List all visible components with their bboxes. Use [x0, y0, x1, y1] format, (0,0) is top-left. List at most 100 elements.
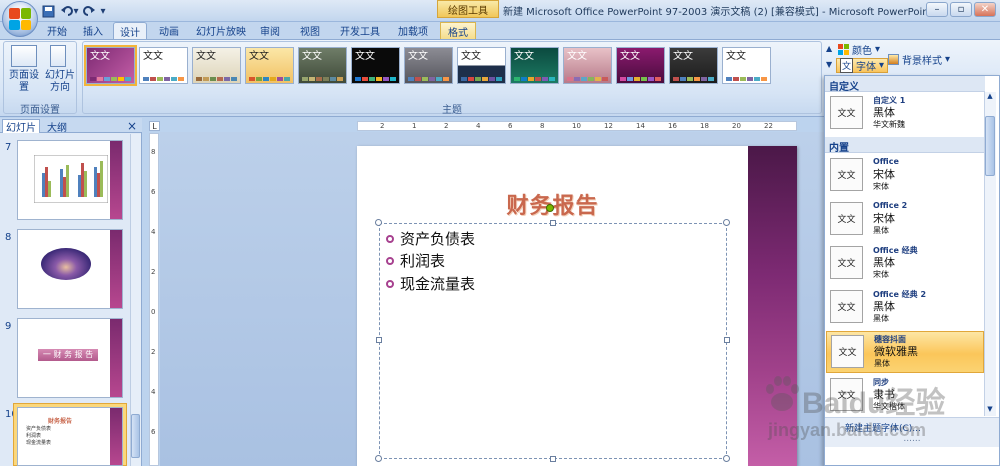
font-scheme-item[interactable]: 文文 同步 隶书 华文楷体 [826, 375, 984, 417]
slide-thumbnail-7[interactable] [17, 140, 123, 220]
resize-handle[interactable] [550, 220, 556, 226]
body-font-name: 宋体 [873, 182, 889, 191]
bullet-item[interactable]: 利润表 [386, 250, 445, 271]
gallery-scroll-up-icon[interactable]: ▲ [826, 44, 834, 56]
fonts-button[interactable]: 文 字体 ▾ [836, 58, 889, 73]
theme-color-swatches [726, 77, 767, 81]
theme-thumbnail-2[interactable]: 文文 [139, 47, 188, 84]
tab-review[interactable]: 审阅 [254, 22, 286, 39]
customize-icon[interactable]: ▾ [98, 3, 108, 19]
font-scheme-item[interactable]: 文文 Office 2 宋体 黑体 [826, 199, 984, 241]
tab-view[interactable]: 视图 [293, 22, 327, 39]
tab-addins[interactable]: 加载项 [392, 22, 434, 39]
tab-developer[interactable]: 开发工具 [333, 22, 387, 39]
ruler-number: 8 [151, 148, 156, 156]
ruler-number: 6 [508, 122, 513, 130]
font-scheme-name: Office 2 [873, 201, 908, 210]
font-scheme-item[interactable]: 文文 Office 经典 2 黑体 黑体 [826, 287, 984, 329]
maximize-icon[interactable]: ▫ [950, 2, 972, 17]
close-icon[interactable]: ✕ [974, 2, 996, 17]
theme-thumbnail-3[interactable]: 文文 [192, 47, 241, 84]
slide-orientation-label-2[interactable]: 方向 [44, 82, 76, 94]
bullet-item[interactable]: 资产负债表 [386, 228, 475, 249]
theme-sample-text: 文文 [620, 51, 640, 62]
theme-thumbnail-12[interactable]: 文文 [669, 47, 718, 84]
scroll-down-icon[interactable]: ▼ [985, 405, 995, 415]
colors-button[interactable]: 颜色 ▾ [838, 42, 880, 57]
font-sample-icon: 文文 [830, 378, 863, 411]
slide-thumbnail-8[interactable] [17, 229, 123, 309]
tab-format[interactable]: 格式 [440, 22, 476, 39]
theme-thumbnail-10[interactable]: 文文 [563, 47, 612, 84]
ruler-number: 4 [476, 122, 481, 130]
theme-thumbnail-4[interactable]: 文文 [245, 47, 294, 84]
sunset-oval-image [41, 248, 91, 280]
scroll-up-icon[interactable]: ▲ [985, 92, 995, 102]
body-font-name: 华文新魏 [873, 120, 905, 129]
font-scheme-item[interactable]: 文文 Office 经典 黑体 宋体 [826, 243, 984, 285]
theme-thumbnail-7[interactable]: 文文 [404, 47, 453, 84]
font-scheme-item[interactable]: 文文 自定义 1 黑体 华文新魏 [826, 93, 984, 135]
theme-color-swatches [673, 77, 714, 81]
tab-animations[interactable]: 动画 [150, 22, 188, 39]
tab-design[interactable]: 设计 [113, 22, 147, 39]
theme-thumbnail-11[interactable]: 文文 [616, 47, 665, 84]
close-icon[interactable]: × [126, 119, 138, 133]
body-font-name: 黑体 [873, 314, 889, 323]
theme-thumbnail-9[interactable]: 文文 [510, 47, 559, 84]
font-scheme-item[interactable]: 文文 Office 宋体 宋体 [826, 155, 984, 197]
gallery-scroll-down-icon[interactable]: ▼ [826, 60, 834, 72]
resize-handle[interactable] [723, 219, 730, 226]
theme-color-swatches [90, 77, 131, 81]
page-setup-group-label: 页面设置 [20, 105, 60, 116]
theme-thumbnail-6[interactable]: 文文 [351, 47, 400, 84]
slide-thumbnail-9[interactable]: 一 财 务 报 告 [17, 318, 123, 398]
save-icon[interactable] [40, 3, 56, 19]
resize-handle[interactable] [723, 455, 730, 462]
scrollbar-thumb[interactable] [131, 414, 140, 458]
resize-handle[interactable] [375, 219, 382, 226]
slide-thumbnail-10[interactable]: 财务报告 资产负债表 利润表 现金流量表 [17, 407, 123, 466]
ruler-number: 12 [604, 122, 613, 130]
slide-accent-strip [748, 146, 797, 466]
ruler-number: 1 [412, 122, 417, 130]
resize-handle[interactable] [375, 455, 382, 462]
background-styles-icon [888, 54, 899, 65]
slide-orientation-label-1[interactable]: 幻灯片 [44, 70, 76, 82]
tab-outline[interactable]: 大纲 [42, 119, 72, 134]
thumb-title: 一 财 务 报 告 [38, 349, 98, 361]
body-font-name: 黑体 [874, 359, 890, 368]
background-styles-button[interactable]: 背景样式 ▾ [888, 52, 950, 67]
redo-icon[interactable] [80, 3, 96, 19]
tab-selector[interactable]: L [149, 121, 160, 131]
page-setup-button[interactable]: 页面设置 [5, 70, 43, 94]
slide-accent-strip [110, 408, 122, 465]
rotation-handle[interactable] [546, 204, 554, 212]
minimize-icon[interactable]: – [926, 2, 948, 17]
theme-thumbnail-8[interactable]: 文文 [457, 47, 506, 84]
bullet-item[interactable]: 现金流量表 [386, 273, 475, 294]
scrollbar-thumb[interactable] [985, 116, 995, 176]
resize-handle[interactable] [724, 337, 730, 343]
theme-sample-text: 文文 [143, 51, 163, 62]
theme-thumbnail-13[interactable]: 文文 [722, 47, 771, 84]
heading-font-name: 宋体 [873, 212, 895, 225]
office-button[interactable] [2, 1, 38, 37]
resize-handle[interactable] [376, 337, 382, 343]
resize-handle[interactable] [550, 456, 556, 462]
bullet-text: 利润表 [400, 252, 446, 270]
theme-thumbnail-1[interactable]: 文文 [84, 45, 137, 86]
theme-thumbnail-5[interactable]: 文文 [298, 47, 347, 84]
create-theme-fonts-button[interactable]: 新建主题字体(C)... ...... [825, 417, 999, 447]
tab-slideshow[interactable]: 幻灯片放映 [193, 22, 249, 39]
tab-slides[interactable]: 幻灯片 [2, 119, 40, 134]
font-scheme-item[interactable]: 文文 穗容抖面 微软雅黑 黑体 [826, 331, 984, 373]
tab-home[interactable]: 开始 [40, 22, 74, 39]
tab-insert[interactable]: 插入 [76, 22, 110, 39]
theme-color-swatches [567, 77, 608, 81]
undo-dropdown-icon[interactable]: ▾ [72, 3, 80, 19]
resize-grip[interactable]: ...... [845, 434, 979, 444]
font-sample-icon: 文文 [830, 202, 863, 235]
slide-accent-strip [110, 319, 122, 397]
ruler-number: 2 [380, 122, 385, 130]
